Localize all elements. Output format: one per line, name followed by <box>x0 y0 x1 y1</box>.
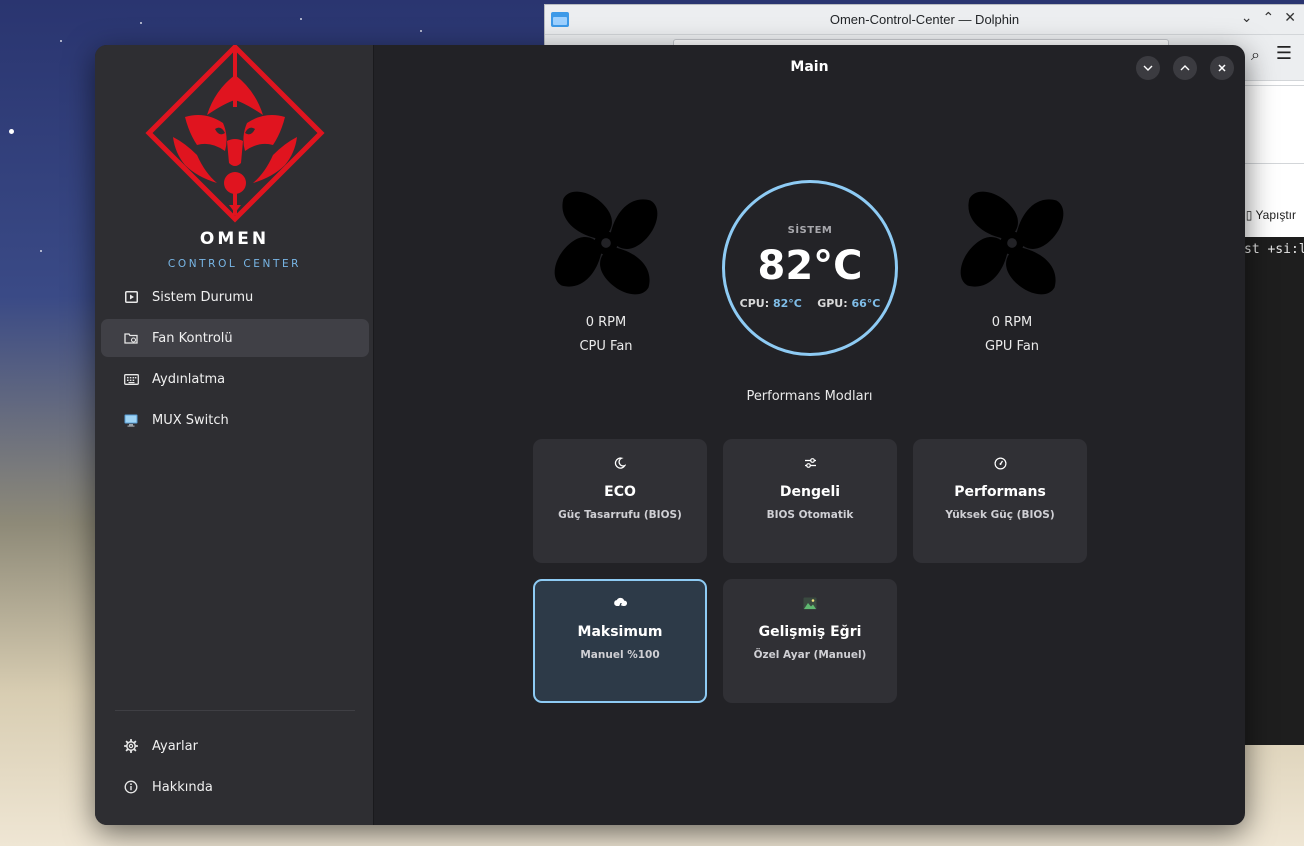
mode-title: ECO <box>604 484 636 500</box>
sidebar-item-fan-kontrolu[interactable]: Fan Kontrolü <box>101 319 369 357</box>
chevron-up-icon <box>1180 65 1190 71</box>
monitor-icon <box>123 412 139 428</box>
play-box-icon <box>123 289 139 305</box>
hamburger-menu-icon[interactable]: ☰ <box>1276 43 1292 64</box>
omen-control-center-window: OMEN CONTROL CENTER Sistem Durumu Fan Ko… <box>95 45 1245 825</box>
sidebar-item-ayarlar[interactable]: Ayarlar <box>101 727 369 765</box>
sidebar-item-label: Sistem Durumu <box>152 289 254 305</box>
close-icon <box>1218 64 1226 72</box>
sidebar-item-mux-switch[interactable]: MUX Switch <box>101 401 369 439</box>
cpu-temp-label: CPU: <box>739 297 770 310</box>
mode-subtitle: Manuel %100 <box>580 649 660 661</box>
dolphin-minimize-button[interactable]: ⌄ <box>1241 10 1253 26</box>
sidebar-item-label: Hakkında <box>152 779 213 795</box>
gauge-label: SİSTEM <box>787 225 833 236</box>
sliders-icon <box>804 458 816 468</box>
desktop-star <box>420 30 422 32</box>
desktop-star <box>140 22 142 24</box>
minimize-button[interactable] <box>1136 56 1160 80</box>
mode-title: Dengeli <box>779 484 841 500</box>
system-temperature: 82°C <box>757 243 863 289</box>
mode-subtitle: Güç Tasarrufu (BIOS) <box>558 509 682 521</box>
mode-subtitle: Özel Ayar (Manuel) <box>753 649 867 661</box>
mode-subtitle: Yüksek Güç (BIOS) <box>945 509 1055 521</box>
image-icon <box>803 597 817 610</box>
dolphin-divider <box>1244 163 1304 164</box>
sidebar-item-label: Aydınlatma <box>152 371 226 387</box>
sidebar-item-label: Fan Kontrolü <box>152 330 233 346</box>
cpu-temp-value: 82°C <box>772 297 802 310</box>
desktop-star <box>40 250 42 252</box>
system-temperature-gauge: SİSTEM 82°C CPU: 82°C GPU: 66°C <box>722 180 898 356</box>
dolphin-close-button[interactable]: ✕ <box>1284 10 1296 26</box>
mode-title: Maksimum <box>577 624 663 640</box>
cpu-fan-rpm: 0 RPM <box>585 315 627 330</box>
sidebar-divider <box>115 710 355 711</box>
brand-name: OMEN <box>199 229 270 249</box>
gpu-temp-value: 66°C <box>851 297 881 310</box>
mode-card-eco[interactable]: ECO Güç Tasarrufu (BIOS) <box>533 439 707 563</box>
mode-card-gelismis-egri[interactable]: Gelişmiş Eğri Özel Ayar (Manuel) <box>723 579 897 703</box>
page-title: Main <box>790 59 829 75</box>
mode-card-performans[interactable]: Performans Yüksek Güç (BIOS) <box>913 439 1087 563</box>
terminal-panel[interactable]: st +si:l <box>1244 237 1304 745</box>
paste-button[interactable]: ▯ Yapıştır <box>1246 208 1296 222</box>
sidebar: OMEN CONTROL CENTER Sistem Durumu Fan Ko… <box>95 45 374 825</box>
sidebar-item-label: MUX Switch <box>152 412 229 428</box>
close-button[interactable] <box>1210 56 1234 80</box>
search-icon[interactable]: ⌕ <box>1251 45 1260 65</box>
omen-logo-icon <box>145 45 325 223</box>
cpu-fan-label: CPU Fan <box>579 339 633 354</box>
info-icon <box>123 779 139 795</box>
desktop-star <box>300 18 302 20</box>
gpu-temp-label: GPU: <box>817 297 848 310</box>
mode-card-dengeli[interactable]: Dengeli BIOS Otomatik <box>723 439 897 563</box>
dolphin-maximize-button[interactable]: ⌃ <box>1263 10 1275 26</box>
storm-cloud-icon <box>613 597 627 610</box>
sidebar-item-aydinlatma[interactable]: Aydınlatma <box>101 360 369 398</box>
sidebar-item-label: Ayarlar <box>152 738 198 754</box>
gear-icon <box>123 738 139 754</box>
gauge-sub-readings: CPU: 82°C GPU: 66°C <box>725 297 895 310</box>
gpu-fan-label: GPU Fan <box>984 339 1040 354</box>
sidebar-item-sistem-durumu[interactable]: Sistem Durumu <box>101 278 369 316</box>
moon-icon <box>614 457 626 469</box>
cpu-fan-icon <box>554 191 658 295</box>
chevron-down-icon <box>1143 65 1153 71</box>
paste-label: Yapıştır <box>1255 208 1296 222</box>
folder-fan-icon <box>123 330 139 346</box>
sidebar-item-hakkinda[interactable]: Hakkında <box>101 768 369 806</box>
dolphin-window-title: Omen-Control-Center — Dolphin <box>829 12 1020 27</box>
main-content: Main 0 RPM CPU Fan SİSTEM 82°C CPU: 82°C… <box>374 45 1245 825</box>
performance-modes-title: Performans Modları <box>746 389 873 404</box>
mode-title: Performans <box>954 484 1046 500</box>
mode-card-maksimum[interactable]: Maksimum Manuel %100 <box>533 579 707 703</box>
desktop-star <box>60 40 62 42</box>
keyboard-icon <box>123 371 139 387</box>
mode-title: Gelişmiş Eğri <box>758 624 862 640</box>
dolphin-titlebar[interactable]: Omen-Control-Center — Dolphin ⌄ ⌃ ✕ <box>545 5 1304 35</box>
speedometer-icon <box>993 457 1007 470</box>
clipboard-icon: ▯ <box>1245 208 1253 222</box>
dolphin-divider <box>1244 85 1304 86</box>
terminal-text: st +si:l <box>1244 242 1304 257</box>
mode-subtitle: BIOS Otomatik <box>766 509 854 521</box>
brand-subtitle: CONTROL CENTER <box>167 258 302 270</box>
gpu-fan-rpm: 0 RPM <box>991 315 1033 330</box>
desktop-star <box>9 129 14 134</box>
maximize-button[interactable] <box>1173 56 1197 80</box>
gpu-fan-icon <box>960 191 1064 295</box>
